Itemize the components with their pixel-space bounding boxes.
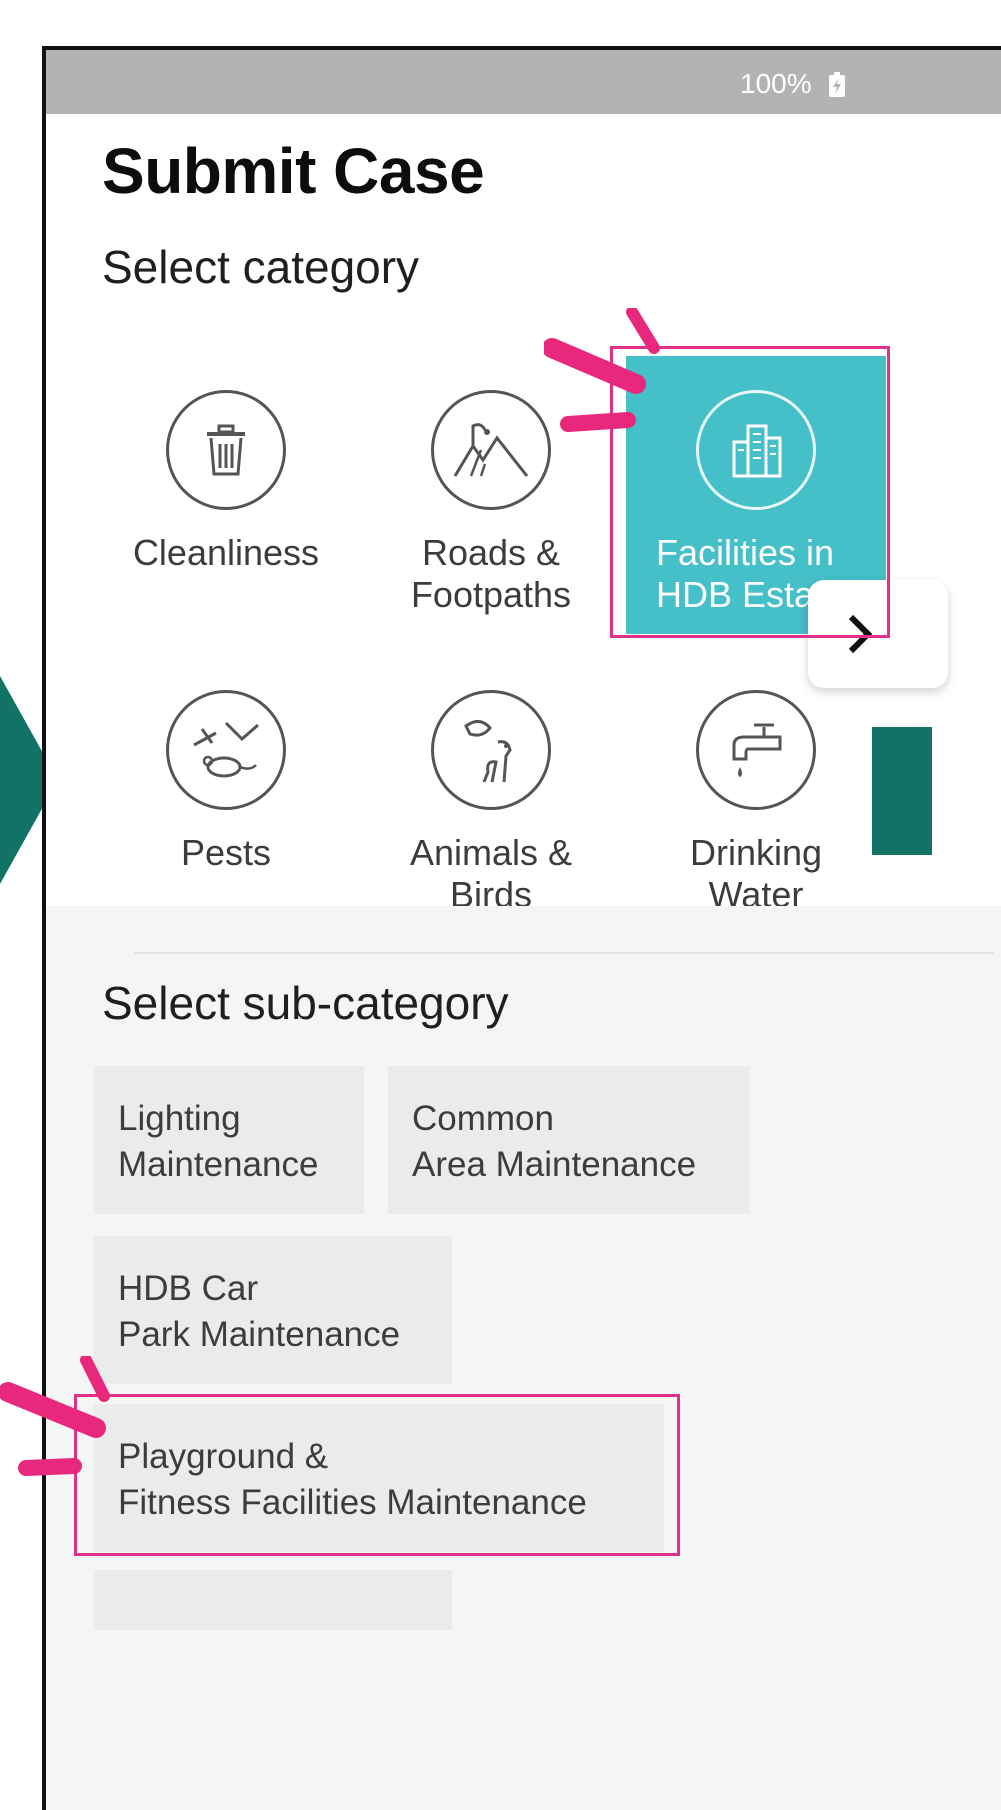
battery-percent: 100% xyxy=(740,68,812,99)
category-label: Pests xyxy=(180,832,272,873)
highlight-burst-bottom xyxy=(0,1356,110,1476)
pest-icon xyxy=(166,690,286,810)
battery-icon xyxy=(829,72,845,97)
category-pests[interactable]: Pests xyxy=(96,690,356,874)
right-arrow-decoration xyxy=(872,727,932,855)
category-drinking-water[interactable]: Drinking Water xyxy=(626,690,886,916)
water-tap-icon xyxy=(696,690,816,810)
subcategory-label: Lighting Maintenance xyxy=(118,1099,319,1184)
road-mountain-icon xyxy=(431,390,551,510)
subcategory-hdb-car-park-maintenance[interactable]: HDB Car Park Maintenance xyxy=(94,1236,452,1384)
category-label: Cleanliness xyxy=(132,532,320,573)
status-bar: 100% xyxy=(46,50,1001,114)
subcategory-highlight-box xyxy=(74,1394,680,1556)
subcategory-common-area-maintenance[interactable]: Common Area Maintenance xyxy=(388,1066,750,1214)
category-cleanliness[interactable]: Cleanliness xyxy=(96,390,356,574)
category-section-title: Select category xyxy=(102,241,420,293)
category-label: Animals & Birds xyxy=(409,832,573,915)
subcategory-next-item[interactable] xyxy=(94,1570,452,1630)
category-label: Roads & Footpaths xyxy=(410,532,572,615)
category-animals-birds[interactable]: Animals & Birds xyxy=(361,690,621,916)
subcategory-label: HDB Car Park Maintenance xyxy=(118,1269,401,1354)
divider xyxy=(134,952,994,954)
subcategory-lighting-maintenance[interactable]: Lighting Maintenance xyxy=(94,1066,364,1214)
subcategory-label: Common Area Maintenance xyxy=(412,1099,697,1184)
page-title: Submit Case xyxy=(102,135,485,207)
category-label: Drinking Water xyxy=(689,832,823,915)
trash-bin-icon xyxy=(166,390,286,510)
subcategory-section-title: Select sub-category xyxy=(102,977,509,1029)
highlight-burst-top xyxy=(544,308,660,432)
animal-bird-icon xyxy=(431,690,551,810)
